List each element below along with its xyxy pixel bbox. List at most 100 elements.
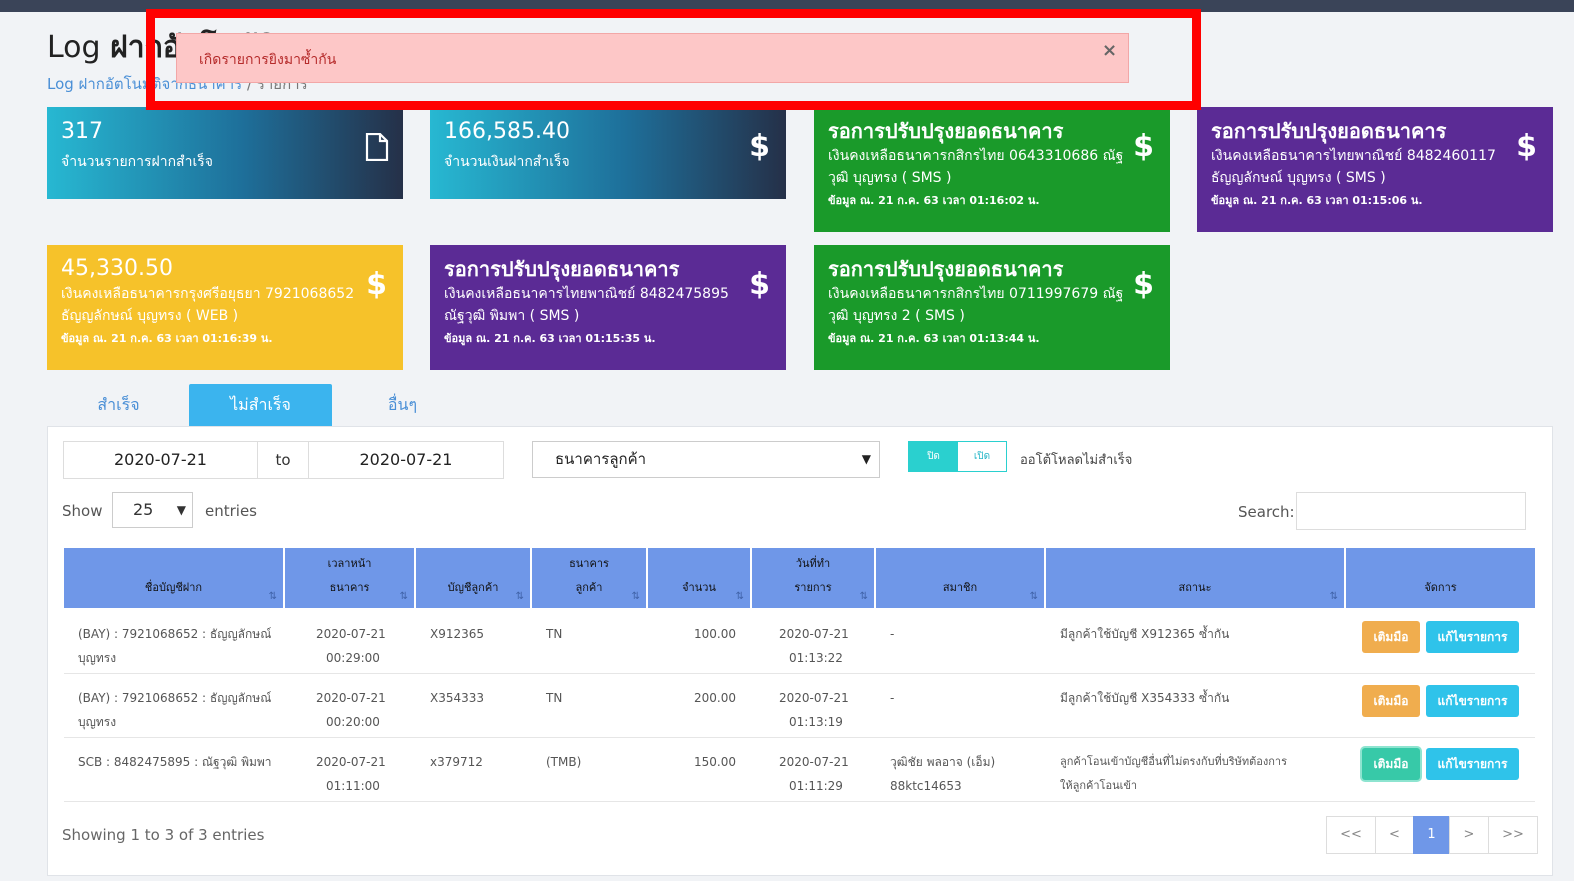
card-meta: ข้อมูล ณ. 21 ก.ค. 63 เวลา 01:16:39 น. — [61, 332, 273, 345]
column-header: จัดการ — [1346, 548, 1535, 608]
customer-account-cell: X912365 — [430, 627, 485, 641]
status-cell: ลูกค้าโอนเข้าบัญชีอื่นที่ไม่ตรงกับที่บริ… — [1060, 755, 1287, 792]
bank-time-cell: 2020-07-21 00:29:00 — [316, 627, 386, 665]
success-amount-card: 166,585.40 จำนวนเงินฝากสำเร็จ $ — [430, 107, 786, 199]
amount-cell: 200.00 — [694, 691, 736, 705]
manual-top-up-button[interactable]: เติมมือ — [1362, 748, 1420, 780]
bank-balance-card: รอการปรับปรุงยอดธนาคาร เงินคงเหลือธนาคาร… — [814, 245, 1170, 370]
column-header[interactable]: เวลาหน้า ธนาคาร ⇅ — [285, 548, 416, 608]
manual-top-up-button[interactable]: เติมมือ — [1362, 621, 1420, 653]
card-meta: ข้อมูล ณ. 21 ก.ค. 63 เวลา 01:15:35 น. — [444, 332, 656, 345]
tab-other[interactable]: อื่นๆ — [331, 384, 474, 426]
table-info: Showing 1 to 3 of 3 entries — [62, 826, 265, 844]
column-header[interactable]: จำนวน ⇅ — [648, 548, 752, 608]
edit-transaction-button[interactable]: แก้ไขรายการ — [1426, 748, 1519, 780]
deposit-account-cell: SCB : 8482475895 : ณัฐวุฒิ พิมพา — [78, 755, 272, 769]
card-label: จำนวนเงินฝากสำเร็จ — [444, 154, 570, 170]
column-header[interactable]: วันที่ทำ รายการ ⇅ — [752, 548, 876, 608]
highlight-frame — [146, 9, 1201, 110]
table-row: (BAY) : 7921068652 : ธัญญลักษณ์ บุญทรง 20… — [64, 674, 1535, 738]
pager-first[interactable]: << — [1326, 816, 1376, 854]
table-row: (BAY) : 7921068652 : ธัญญลักษณ์ บุญทรง 20… — [64, 610, 1535, 674]
chevron-down-icon: ▼ — [861, 452, 871, 466]
document-icon — [365, 132, 389, 165]
amount-cell: 150.00 — [694, 755, 736, 769]
sort-icon: ⇅ — [1329, 591, 1338, 602]
sort-icon: ⇅ — [1029, 591, 1038, 602]
page-size-select[interactable]: 25 ▼ — [112, 492, 193, 528]
card-line: วุฒิ บุญทรง 2 ( SMS ) — [828, 308, 965, 324]
bank-balance-card: 45,330.50 เงินคงเหลือธนาคารกรุงศรีอยุธยา… — [47, 245, 403, 370]
pager-prev[interactable]: < — [1375, 816, 1414, 854]
card-title: 45,330.50 — [61, 256, 173, 281]
deposit-account-cell: (BAY) : 7921068652 : ธัญญลักษณ์ บุญทรง — [78, 627, 272, 665]
card-line: เงินคงเหลือธนาคารกรุงศรีอยุธยา 792106865… — [61, 286, 355, 302]
column-header[interactable]: ธนาคาร ลูกค้า ⇅ — [532, 548, 648, 608]
card-meta: ข้อมูล ณ. 21 ก.ค. 63 เวลา 01:15:06 น. — [1211, 194, 1423, 207]
transaction-date-cell: 2020-07-21 01:11:29 — [779, 755, 849, 793]
column-header[interactable]: ชื่อบัญชีฝาก ⇅ — [64, 548, 285, 608]
manual-top-up-button[interactable]: เติมมือ — [1362, 685, 1420, 717]
date-to-input[interactable]: 2020-07-21 — [308, 441, 504, 479]
member-cell: วุฒิชัย พลอาจ (เอ็ม) 88ktc14653 — [890, 755, 996, 793]
card-line: เงินคงเหลือธนาคารกสิกรไทย 0711997679 ณัฐ — [828, 286, 1124, 302]
tab-success[interactable]: สำเร็จ — [47, 384, 190, 426]
deposit-account-cell: (BAY) : 7921068652 : ธัญญลักษณ์ บุญทรง — [78, 691, 272, 729]
date-range-separator: to — [257, 441, 309, 479]
bank-balance-card: รอการปรับปรุงยอดธนาคาร เงินคงเหลือธนาคาร… — [1197, 107, 1553, 232]
dollar-icon: $ — [366, 267, 387, 302]
toggle-off-option[interactable]: ปิด — [909, 442, 958, 471]
card-title: รอการปรับปรุงยอดธนาคาร — [828, 257, 1064, 281]
sort-icon: ⇅ — [399, 591, 408, 602]
dollar-icon: $ — [1516, 129, 1537, 164]
member-cell: - — [890, 627, 895, 641]
success-count-card: 317 จำนวนรายการฝากสำเร็จ — [47, 107, 403, 199]
dollar-icon: $ — [749, 129, 770, 164]
bank-select[interactable]: ธนาคารลูกค้า ▼ — [532, 441, 880, 478]
customer-bank-cell: TN — [546, 627, 563, 641]
bank-time-cell: 2020-07-21 01:11:00 — [316, 755, 386, 793]
column-header[interactable]: บัญชีลูกค้า ⇅ — [416, 548, 532, 608]
edit-transaction-button[interactable]: แก้ไขรายการ — [1426, 621, 1519, 653]
status-cell: มีลูกค้าใช้บัญชี X912365 ซ้ำกัน — [1060, 627, 1230, 641]
pager-last[interactable]: >> — [1488, 816, 1538, 854]
card-line: ธัญญลักษณ์ บุญทรง ( WEB ) — [61, 308, 239, 324]
edit-transaction-button[interactable]: แก้ไขรายการ — [1426, 685, 1519, 717]
card-value: 317 — [61, 119, 103, 144]
pager-page-1[interactable]: 1 — [1413, 816, 1450, 854]
customer-account-cell: X354333 — [430, 691, 485, 705]
dollar-icon: $ — [1133, 267, 1154, 302]
dollar-icon: $ — [1133, 129, 1154, 164]
card-label: จำนวนรายการฝากสำเร็จ — [61, 154, 213, 170]
customer-account-cell: x379712 — [430, 755, 483, 769]
date-from-input[interactable]: 2020-07-21 — [63, 441, 258, 479]
card-line: เงินคงเหลือธนาคารไทยพาณิชย์ 8482475895 — [444, 286, 729, 302]
card-line: ธัญญลักษณ์ บุญทรง ( SMS ) — [1211, 170, 1386, 186]
toggle-label: ออโต้โหลดไม่สำเร็จ — [1020, 453, 1133, 468]
column-header[interactable]: สมาชิก ⇅ — [876, 548, 1046, 608]
transaction-date-cell: 2020-07-21 01:13:22 — [779, 627, 849, 665]
sort-icon: ⇅ — [631, 591, 640, 602]
toggle-on-option[interactable]: เปิด — [958, 442, 1006, 471]
member-cell: - — [890, 691, 895, 705]
tab-failed[interactable]: ไม่สำเร็จ — [189, 384, 332, 426]
table-header: ชื่อบัญชีฝาก ⇅ เวลาหน้า ธนาคาร ⇅ บัญชีลูกค้… — [64, 548, 1535, 608]
card-line: วุฒิ บุญทรง ( SMS ) — [828, 170, 952, 186]
entries-label: entries — [205, 502, 257, 520]
search-label: Search: — [1238, 503, 1295, 521]
column-header[interactable]: สถานะ ⇅ — [1046, 548, 1346, 608]
search-input[interactable] — [1296, 492, 1526, 530]
card-line: ณัฐวุฒิ พิมพา ( SMS ) — [444, 308, 580, 324]
card-title: รอการปรับปรุงยอดธนาคาร — [828, 119, 1064, 143]
sort-icon: ⇅ — [735, 591, 744, 602]
transaction-date-cell: 2020-07-21 01:13:19 — [779, 691, 849, 729]
card-value: 166,585.40 — [444, 119, 570, 144]
bank-balance-card: รอการปรับปรุงยอดธนาคาร เงินคงเหลือธนาคาร… — [814, 107, 1170, 232]
table-row: SCB : 8482475895 : ณัฐวุฒิ พิมพา 2020-07… — [64, 738, 1535, 802]
auto-load-toggle[interactable]: ปิด เปิด — [908, 441, 1007, 472]
status-cell: มีลูกค้าใช้บัญชี X354333 ซ้ำกัน — [1060, 691, 1230, 705]
dollar-icon: $ — [749, 267, 770, 302]
sort-icon: ⇅ — [515, 591, 524, 602]
chevron-down-icon: ▼ — [176, 503, 186, 517]
pager-next[interactable]: > — [1449, 816, 1489, 854]
